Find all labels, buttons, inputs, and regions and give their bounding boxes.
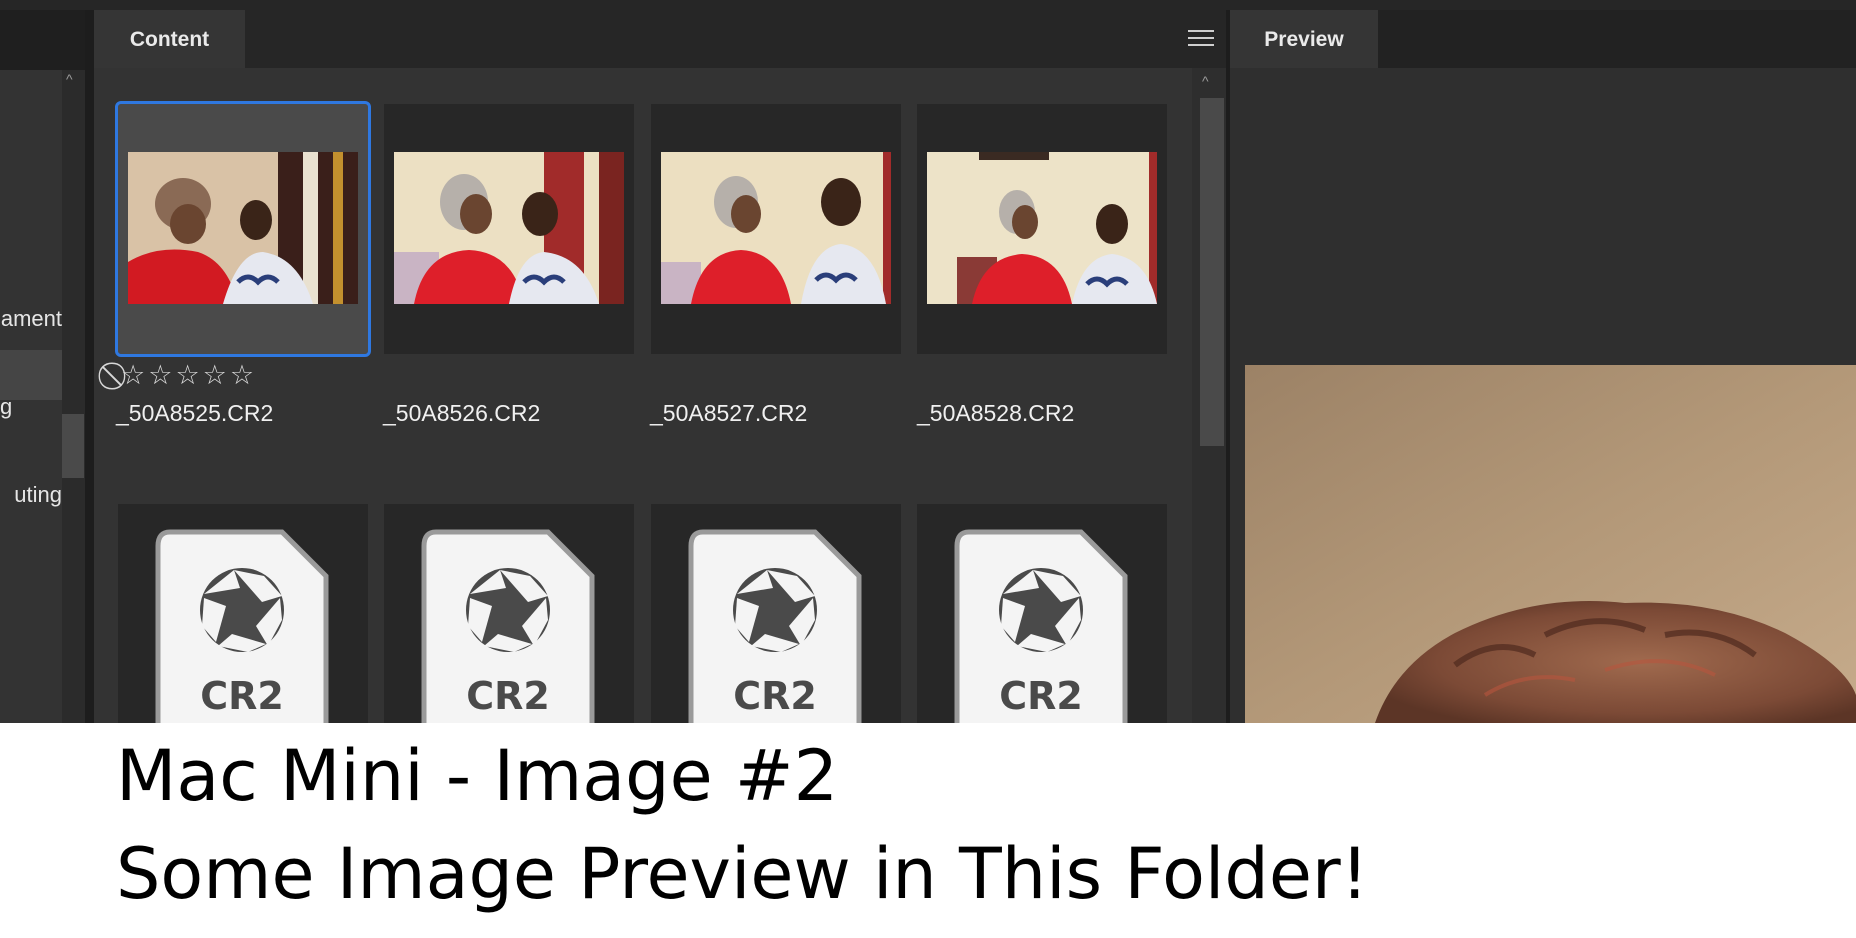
caption-title: Mac Mini - Image #2 xyxy=(116,735,839,817)
panel-divider[interactable] xyxy=(85,10,94,723)
cr2-badge: CR2 xyxy=(466,674,550,718)
folder-item-label: uting xyxy=(14,482,62,507)
file-name[interactable]: _50A8528.CR2 xyxy=(917,400,1074,427)
photo-thumbnail xyxy=(394,152,624,304)
scroll-up-icon[interactable]: ^ xyxy=(66,72,73,86)
thumbnail-card[interactable]: CR2 xyxy=(917,504,1167,723)
preview-panel: Preview xyxy=(1230,10,1856,723)
file-name[interactable]: _50A8526.CR2 xyxy=(383,400,540,427)
thumbnail-grid: ⃠ ☆ ☆ ☆ ☆ ☆ _50A8525.CR2 _50A8526.CR2 _5… xyxy=(94,68,1188,723)
cr2-file-icon: CR2 xyxy=(155,529,329,723)
folder-selected-highlight xyxy=(0,350,62,400)
folders-list: ament g uting xyxy=(0,70,62,723)
thumbnail-card[interactable]: CR2 xyxy=(118,504,368,723)
bridge-window: ament g uting ^ Content ☆ ☆ ☆ ☆ ☆ _50A85… xyxy=(0,0,1856,723)
folder-item-label: ament xyxy=(0,306,62,331)
scrollbar-thumb[interactable] xyxy=(1200,98,1224,446)
thumbnail-card[interactable]: CR2 xyxy=(384,504,634,723)
photo-thumbnail xyxy=(128,152,358,304)
content-panel: Content ☆ ☆ ☆ ☆ ☆ _50A8525.CR2 _50A8526.… xyxy=(94,10,1226,723)
cr2-badge: CR2 xyxy=(999,674,1083,718)
hamburger-menu-icon[interactable] xyxy=(1188,30,1214,48)
star-icon[interactable]: ☆ xyxy=(203,361,227,389)
folders-panel: ament g uting ^ xyxy=(0,10,85,723)
thumbnail-card[interactable]: CR2 xyxy=(651,504,901,723)
cr2-file-icon: CR2 xyxy=(688,529,862,723)
folders-scrollbar[interactable]: ^ xyxy=(62,70,85,723)
scroll-up-icon[interactable]: ^ xyxy=(1202,74,1209,88)
thumbnail-card[interactable] xyxy=(651,104,901,354)
photo-thumbnail xyxy=(661,152,891,304)
cr2-file-icon: CR2 xyxy=(421,529,595,723)
thumbnail-card[interactable] xyxy=(384,104,634,354)
star-icon[interactable]: ☆ xyxy=(230,361,254,389)
preview-image[interactable] xyxy=(1245,365,1856,723)
tab-preview[interactable]: Preview xyxy=(1230,10,1378,68)
content-panel-header: Content xyxy=(94,10,1226,68)
star-icon[interactable]: ☆ xyxy=(121,361,145,389)
cr2-badge: CR2 xyxy=(733,674,817,718)
star-icon[interactable]: ☆ xyxy=(175,361,199,389)
caption-subtitle: Some Image Preview in This Folder! xyxy=(116,833,1369,915)
content-scrollbar[interactable]: ^ xyxy=(1192,68,1226,723)
photo-thumbnail xyxy=(927,152,1157,304)
scrollbar-thumb[interactable] xyxy=(62,414,84,478)
cr2-badge: CR2 xyxy=(200,674,284,718)
star-icon[interactable]: ☆ xyxy=(148,361,172,389)
preview-panel-header: Preview xyxy=(1230,10,1856,68)
folder-item-label: g xyxy=(0,394,13,419)
folders-panel-header xyxy=(0,10,85,70)
thumbnail-card-selected[interactable] xyxy=(115,101,371,357)
file-name[interactable]: _50A8527.CR2 xyxy=(650,400,807,427)
file-name[interactable]: _50A8525.CR2 xyxy=(116,400,273,427)
star-rating[interactable]: ⃠ ☆ ☆ ☆ ☆ ☆ xyxy=(118,361,254,389)
tab-content[interactable]: Content xyxy=(94,10,245,68)
cr2-file-icon: CR2 xyxy=(954,529,1128,723)
thumbnail-card[interactable] xyxy=(917,104,1167,354)
